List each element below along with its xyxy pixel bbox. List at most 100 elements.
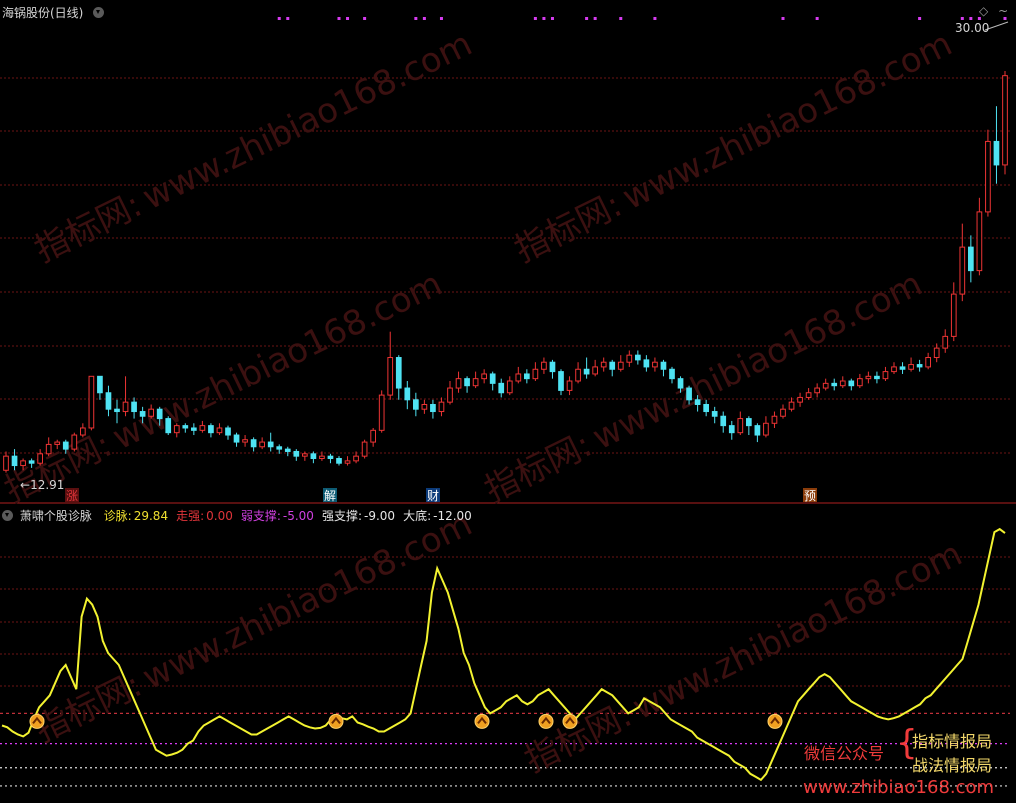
- candle-body[interactable]: [216, 427, 223, 434]
- candle-body[interactable]: [97, 375, 103, 394]
- candle-body[interactable]: [45, 443, 52, 455]
- candle-body[interactable]: [771, 415, 778, 424]
- candle-body[interactable]: [609, 361, 616, 370]
- candle-body[interactable]: [694, 399, 701, 405]
- buy-signal-icon[interactable]: [29, 713, 45, 729]
- candle-body[interactable]: [464, 378, 470, 387]
- candle-body[interactable]: [959, 246, 966, 295]
- buy-signal-icon[interactable]: [328, 713, 344, 729]
- candle-body[interactable]: [250, 439, 257, 448]
- candle-body[interactable]: [805, 392, 812, 398]
- candle-body[interactable]: [62, 441, 69, 450]
- candle-body[interactable]: [421, 403, 428, 410]
- candle-body[interactable]: [660, 361, 667, 370]
- candle-body[interactable]: [848, 380, 855, 387]
- candle-body[interactable]: [336, 458, 342, 464]
- candle-body[interactable]: [3, 455, 9, 471]
- candle-body[interactable]: [489, 373, 496, 384]
- candle-body[interactable]: [353, 455, 359, 462]
- candle-body[interactable]: [856, 378, 863, 387]
- candle-body[interactable]: [583, 368, 590, 375]
- candle-body[interactable]: [481, 373, 488, 380]
- candle-body[interactable]: [208, 425, 214, 434]
- candle-body[interactable]: [131, 401, 137, 413]
- candle-body[interactable]: [139, 411, 146, 417]
- candle-body[interactable]: [967, 246, 974, 272]
- candle-body[interactable]: [677, 378, 684, 389]
- candle-body[interactable]: [643, 359, 650, 368]
- candle-body[interactable]: [378, 394, 385, 431]
- candle-body[interactable]: [327, 455, 334, 460]
- candle-body[interactable]: [387, 357, 394, 396]
- candle-body[interactable]: [831, 382, 838, 387]
- candle-body[interactable]: [617, 361, 624, 370]
- candle-body[interactable]: [754, 425, 761, 436]
- candle-body[interactable]: [37, 453, 44, 464]
- candle-body[interactable]: [88, 375, 95, 429]
- diamond-icon[interactable]: ◇: [979, 4, 988, 18]
- candle-body[interactable]: [942, 335, 949, 349]
- event-marker-2[interactable]: 财: [426, 488, 440, 503]
- candle-body[interactable]: [720, 415, 727, 427]
- candle-body[interactable]: [634, 354, 641, 361]
- candle-body[interactable]: [54, 441, 61, 445]
- candle-body[interactable]: [532, 368, 539, 380]
- candle-body[interactable]: [182, 425, 189, 429]
- candle-body[interactable]: [745, 418, 752, 427]
- candle-body[interactable]: [455, 378, 462, 389]
- candle-body[interactable]: [412, 399, 419, 410]
- candle-body[interactable]: [310, 453, 317, 460]
- candle-body[interactable]: [993, 140, 1000, 166]
- candle-body[interactable]: [190, 427, 197, 431]
- dropdown-icon[interactable]: [93, 7, 105, 18]
- candle-body[interactable]: [28, 460, 35, 464]
- candle-body[interactable]: [908, 364, 914, 370]
- buy-signal-icon[interactable]: [767, 713, 783, 729]
- candle-body[interactable]: [822, 382, 829, 389]
- candle-body[interactable]: [233, 434, 240, 443]
- candle-body[interactable]: [575, 368, 581, 382]
- candle-body[interactable]: [985, 140, 991, 213]
- candle-body[interactable]: [976, 211, 983, 272]
- candle-body[interactable]: [430, 403, 436, 413]
- candle-body[interactable]: [284, 448, 291, 452]
- candle-body[interactable]: [737, 418, 744, 434]
- candle-body[interactable]: [71, 434, 78, 450]
- candle-body[interactable]: [498, 382, 505, 394]
- buy-signal-icon[interactable]: [562, 713, 578, 729]
- candle-body[interactable]: [882, 371, 889, 380]
- candle-body[interactable]: [11, 455, 18, 467]
- candle-body[interactable]: [874, 375, 880, 380]
- candle-body[interactable]: [199, 425, 206, 431]
- candle-body[interactable]: [395, 357, 402, 389]
- candle-body[interactable]: [669, 368, 675, 380]
- candle-body[interactable]: [686, 387, 692, 401]
- candle-body[interactable]: [891, 366, 897, 373]
- candle-body[interactable]: [728, 425, 735, 434]
- candle-body[interactable]: [549, 361, 556, 373]
- candle-body[interactable]: [472, 378, 479, 387]
- candle-body[interactable]: [592, 366, 599, 375]
- candle-body[interactable]: [703, 403, 710, 413]
- candle-body[interactable]: [344, 460, 351, 464]
- candle-body[interactable]: [711, 411, 718, 417]
- candle-body[interactable]: [523, 373, 530, 380]
- candle-body[interactable]: [79, 427, 86, 436]
- candle-body[interactable]: [916, 364, 923, 368]
- candle-body[interactable]: [242, 439, 248, 443]
- candle-body[interactable]: [404, 387, 411, 401]
- candle-body[interactable]: [370, 429, 377, 443]
- candle-body[interactable]: [1002, 75, 1008, 166]
- stock-title-bar[interactable]: 海锅股份(日线): [2, 4, 107, 21]
- candle-body[interactable]: [541, 361, 547, 370]
- candle-body[interactable]: [839, 380, 846, 387]
- candle-body[interactable]: [173, 425, 180, 434]
- candle-body[interactable]: [950, 293, 957, 337]
- event-marker-1[interactable]: 解: [323, 488, 337, 503]
- candle-body[interactable]: [20, 460, 26, 467]
- candle-body[interactable]: [276, 446, 283, 450]
- candle-body[interactable]: [652, 361, 658, 368]
- candle-body[interactable]: [293, 450, 300, 457]
- candle-body[interactable]: [763, 422, 769, 436]
- candle-body[interactable]: [814, 387, 821, 394]
